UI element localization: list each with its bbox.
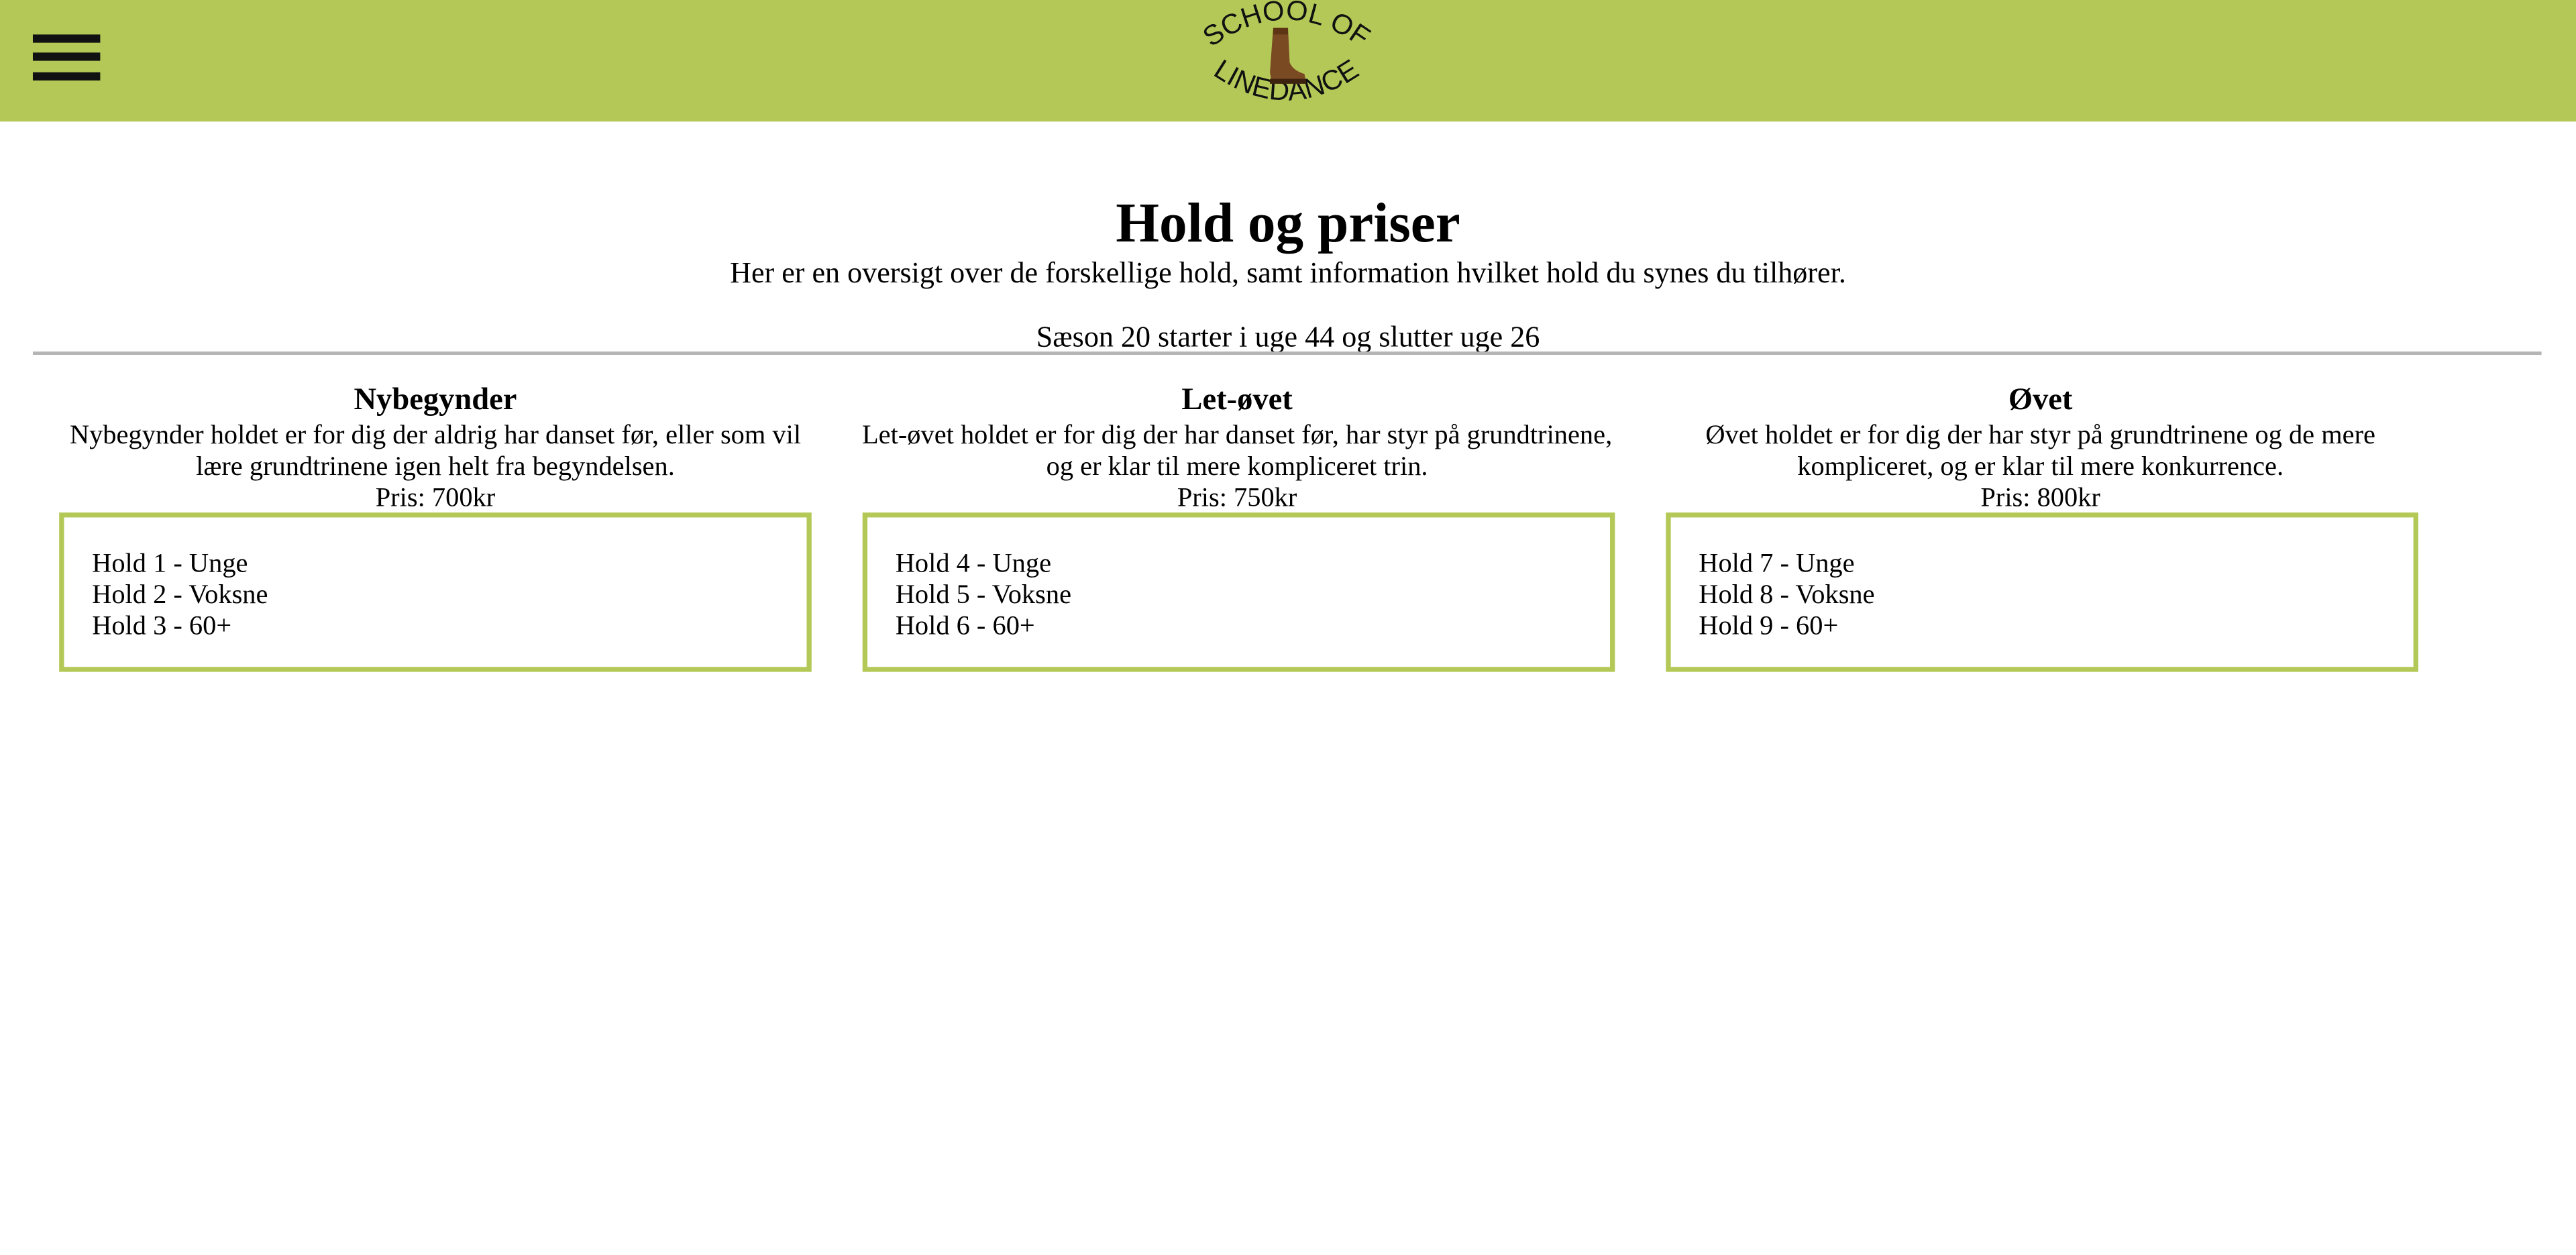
team-list: Hold 1 - Unge Hold 2 - Voksne Hold 3 - 6… xyxy=(92,547,268,642)
team-item[interactable]: Hold 8 - Voksne xyxy=(1699,579,1874,610)
team-item[interactable]: Hold 5 - Voksne xyxy=(896,579,1071,610)
level-title: Nybegynder xyxy=(354,382,517,418)
top-bar: SCHOOL OF LINEDANCE xyxy=(0,0,2576,122)
team-list-box: Hold 1 - Unge Hold 2 - Voksne Hold 3 - 6… xyxy=(59,512,812,672)
team-item[interactable]: Hold 3 - 60+ xyxy=(92,610,268,642)
team-item[interactable]: Hold 4 - Unge xyxy=(896,547,1071,579)
level-price: Pris: 800kr xyxy=(1980,481,2100,513)
level-column-nybegynder: Nybegynder Nybegynder holdet er for dig … xyxy=(58,383,814,512)
level-title: Let-øvet xyxy=(1181,382,1293,418)
team-item[interactable]: Hold 2 - Voksne xyxy=(92,579,268,610)
level-title: Øvet xyxy=(2008,382,2073,418)
site-logo[interactable]: SCHOOL OF LINEDANCE xyxy=(1196,0,1377,121)
season-info: Sæson 20 starter i uge 44 og slutter uge… xyxy=(1036,320,1540,353)
divider xyxy=(32,351,2542,355)
level-price: Pris: 700kr xyxy=(375,481,496,513)
level-description: Let-øvet holdet er for dig der har danse… xyxy=(861,419,1613,482)
hamburger-menu-icon[interactable] xyxy=(32,33,101,82)
level-price: Pris: 750kr xyxy=(1177,481,1297,513)
level-description: Øvet holdet er for dig der har styr på g… xyxy=(1705,419,2375,482)
team-item[interactable]: Hold 6 - 60+ xyxy=(896,610,1071,642)
logo-graphic: SCHOOL OF LINEDANCE xyxy=(1197,0,1376,107)
page-title: Hold og priser xyxy=(1116,193,1460,255)
menu-bar-line xyxy=(32,52,101,61)
team-list: Hold 4 - Unge Hold 5 - Voksne Hold 6 - 6… xyxy=(896,547,1071,642)
team-item[interactable]: Hold 1 - Unge xyxy=(92,547,268,579)
team-list-box: Hold 4 - Unge Hold 5 - Voksne Hold 6 - 6… xyxy=(862,512,1615,672)
level-column-let-ovet: Let-øvet Let-øvet holdet er for dig der … xyxy=(859,383,1615,512)
team-item[interactable]: Hold 9 - 60+ xyxy=(1699,610,1874,642)
level-column-ovet: Øvet Øvet holdet er for dig der har styr… xyxy=(1662,383,2418,512)
cowboy-boot-icon xyxy=(1270,28,1306,84)
menu-bar-line xyxy=(32,72,101,81)
page-intro: Her er en oversigt over de forskellige h… xyxy=(730,256,1846,290)
page: SCHOOL OF LINEDANCE Hold og priser Her e… xyxy=(0,0,2576,1255)
team-item[interactable]: Hold 7 - Unge xyxy=(1699,547,1874,579)
team-list-box: Hold 7 - Unge Hold 8 - Voksne Hold 9 - 6… xyxy=(1666,512,2418,672)
team-list: Hold 7 - Unge Hold 8 - Voksne Hold 9 - 6… xyxy=(1699,547,1874,642)
menu-bar-line xyxy=(32,34,101,43)
level-description: Nybegynder holdet er for dig der aldrig … xyxy=(69,419,802,482)
